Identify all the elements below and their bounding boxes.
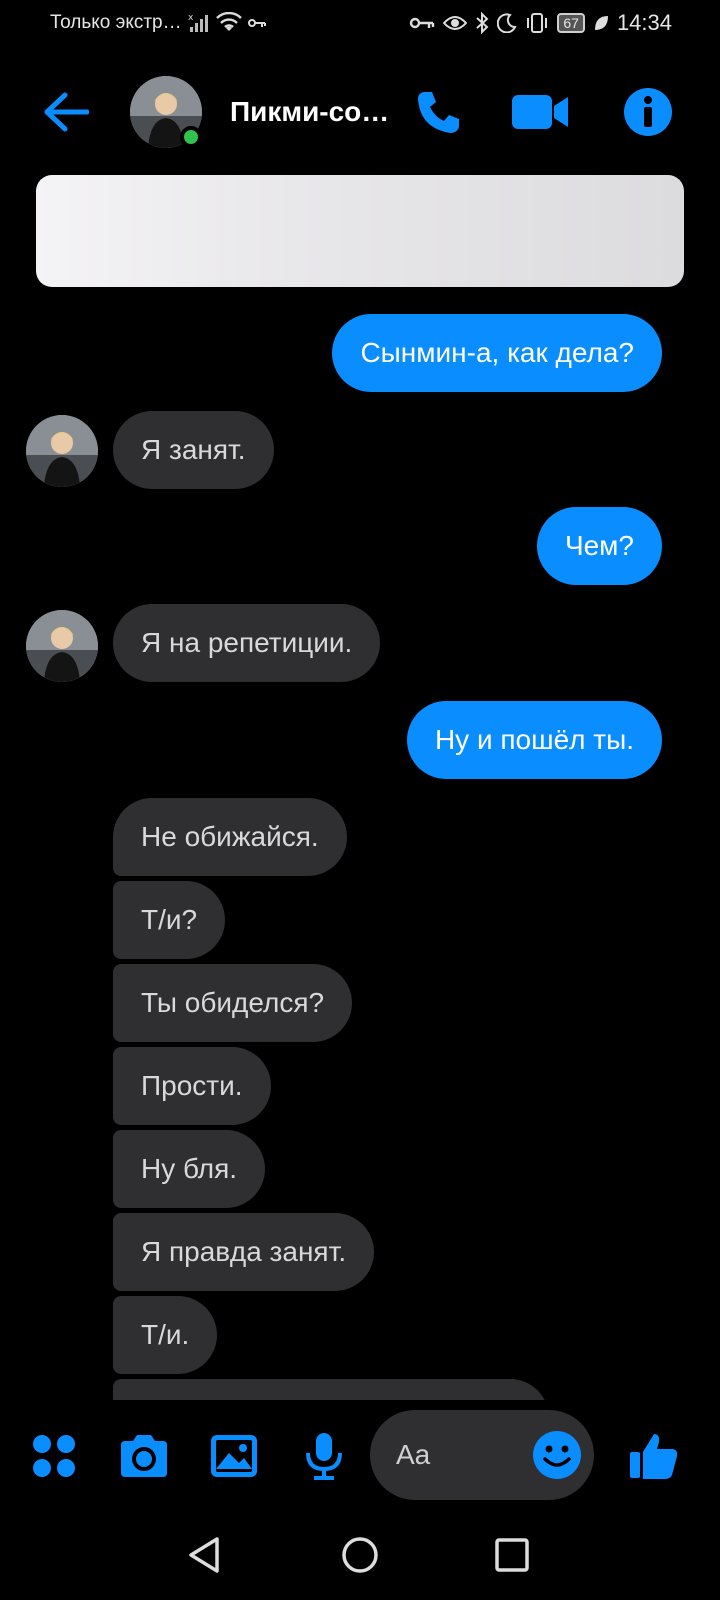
info-button[interactable]: [620, 84, 676, 140]
incoming-message-bubble[interactable]: Я занят.: [113, 411, 274, 489]
key-icon: [409, 16, 435, 30]
chat-header: Пикми-сонбэ: [0, 70, 720, 156]
moon-icon: [497, 13, 517, 33]
nav-home-button[interactable]: [335, 1530, 385, 1580]
incoming-message-bubble[interactable]: Ты обиделся?: [113, 964, 353, 1042]
image-icon: [211, 1435, 257, 1477]
square-recents-icon: [495, 1538, 529, 1572]
arrow-left-icon: [44, 92, 89, 132]
avatar[interactable]: [26, 610, 98, 682]
wifi-icon: [215, 12, 242, 34]
battery-indicator: 67: [557, 13, 585, 33]
carrier-text: Только экстр…: [50, 12, 182, 33]
gallery-button[interactable]: [206, 1428, 262, 1484]
vibrate-icon: [525, 13, 549, 33]
camera-icon: [121, 1435, 167, 1477]
system-navigation-bar: [0, 1510, 720, 1600]
incoming-message-bubble[interactable]: Т/и?: [113, 881, 226, 959]
incoming-message-bubble[interactable]: Т/и.: [113, 1296, 218, 1374]
svg-text:x: x: [188, 13, 194, 23]
message-input-container[interactable]: [370, 1410, 594, 1500]
media-placeholder-card[interactable]: [36, 175, 684, 287]
camera-button[interactable]: [116, 1428, 172, 1484]
message-input[interactable]: [396, 1438, 516, 1472]
triangle-back-icon: [189, 1537, 219, 1573]
nav-recents-button[interactable]: [487, 1530, 537, 1580]
contact-name[interactable]: Пикми-сонбэ: [230, 96, 390, 128]
status-right: 67 14:34: [409, 10, 672, 36]
phone-icon: [418, 92, 459, 133]
status-left: Только экстр… x: [50, 12, 266, 34]
avatar[interactable]: [26, 415, 98, 487]
voice-message-button[interactable]: [296, 1428, 352, 1484]
microphone-icon: [306, 1433, 342, 1480]
composer-bar: [0, 1400, 720, 1510]
status-bar: Только экстр… x 67 14:34: [0, 0, 720, 50]
like-button[interactable]: [626, 1428, 682, 1484]
incoming-message-bubble[interactable]: Я правда занят.: [113, 1213, 375, 1291]
incoming-message-bubble[interactable]: Ну бля.: [113, 1130, 266, 1208]
no-signal-icon: x: [188, 12, 210, 34]
incoming-message-bubble[interactable]: Прости.: [113, 1047, 271, 1125]
eye-icon: [443, 14, 468, 32]
circle-home-icon: [342, 1537, 378, 1573]
key-icon: [247, 17, 266, 29]
info-icon: [624, 88, 672, 136]
grid-dots-icon: [33, 1435, 75, 1477]
video-camera-icon: [512, 95, 568, 129]
incoming-message-bubble[interactable]: Я на репетиции.: [113, 604, 381, 682]
outgoing-message-bubble[interactable]: Чем?: [536, 507, 662, 585]
emoji-button[interactable]: [532, 1430, 582, 1480]
smiley-icon: [533, 1431, 581, 1479]
outgoing-message-bubble[interactable]: Ну и пошёл ты.: [406, 701, 662, 779]
video-call-button[interactable]: [512, 84, 568, 140]
incoming-message-bubble[interactable]: Не обижайся.: [113, 798, 347, 876]
online-status-dot: [180, 126, 202, 148]
voice-call-button[interactable]: [410, 84, 466, 140]
back-button[interactable]: [40, 86, 92, 138]
nav-back-button[interactable]: [180, 1530, 230, 1580]
outgoing-message-bubble[interactable]: Сынмин-а, как дела?: [332, 314, 662, 392]
clock: 14:34: [616, 10, 672, 35]
thumbs-up-icon: [630, 1434, 678, 1479]
bluetooth-icon: [475, 12, 489, 34]
apps-button[interactable]: [26, 1428, 82, 1484]
leaf-icon: [593, 14, 609, 32]
